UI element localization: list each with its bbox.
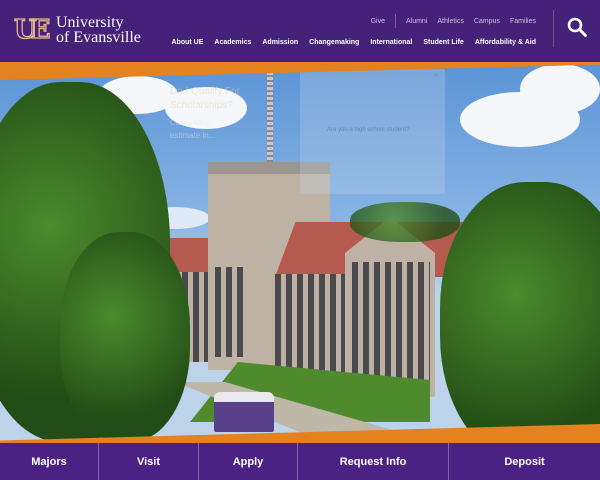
popup-subtitle: Calculate y... estimate in... xyxy=(170,116,216,142)
popup-subtitle-line2: estimate in... xyxy=(170,131,216,140)
majors-button[interactable]: Majors xyxy=(0,443,99,480)
main-nav: About UE Academics Admission Changemakin… xyxy=(172,39,537,46)
search-icon[interactable] xyxy=(567,17,587,37)
nav-affordability[interactable]: Affordability & Aid xyxy=(475,39,536,46)
nav-about[interactable]: About UE xyxy=(172,39,204,46)
util-link-families[interactable]: Families xyxy=(510,18,536,28)
visit-button[interactable]: Visit xyxy=(99,443,199,480)
logo-line-1: University xyxy=(56,14,124,31)
deposit-button[interactable]: Deposit xyxy=(449,443,600,480)
util-link-give[interactable]: Give xyxy=(371,18,385,28)
util-link-alumni[interactable]: Alumni xyxy=(406,18,427,28)
popup-title: Do I Qualify For Scholarships? xyxy=(170,86,241,111)
nav-academics[interactable]: Academics xyxy=(214,39,251,46)
utility-nav: Give Alumni Athletics Campus Families xyxy=(371,14,536,28)
nav-international[interactable]: International xyxy=(370,39,412,46)
bottom-action-bar: Majors Visit Apply Request Info Deposit xyxy=(0,443,600,480)
util-link-athletics[interactable]: Athletics xyxy=(437,18,463,28)
nav-changemaking[interactable]: Changemaking xyxy=(309,39,359,46)
site-header: UE University of Evansville Give Alumni … xyxy=(0,0,600,62)
divider xyxy=(553,10,554,47)
request-info-button[interactable]: Request Info xyxy=(298,443,449,480)
university-logo[interactable]: UE University of Evansville xyxy=(13,14,141,46)
logo-line-2: of Evansville xyxy=(56,29,141,46)
nav-admission[interactable]: Admission xyxy=(262,39,298,46)
divider xyxy=(394,14,396,28)
apply-button[interactable]: Apply xyxy=(199,443,298,480)
nav-student-life[interactable]: Student Life xyxy=(423,39,463,46)
ue-logo-mark: UE xyxy=(13,14,51,45)
close-icon[interactable]: × xyxy=(434,72,438,79)
popup-question[interactable]: Are you a high school student? xyxy=(327,127,409,133)
logo-wordmark: University of Evansville xyxy=(56,14,141,46)
popup-subtitle-line1: Calculate y... xyxy=(170,118,216,127)
util-link-campus[interactable]: Campus xyxy=(474,18,500,28)
